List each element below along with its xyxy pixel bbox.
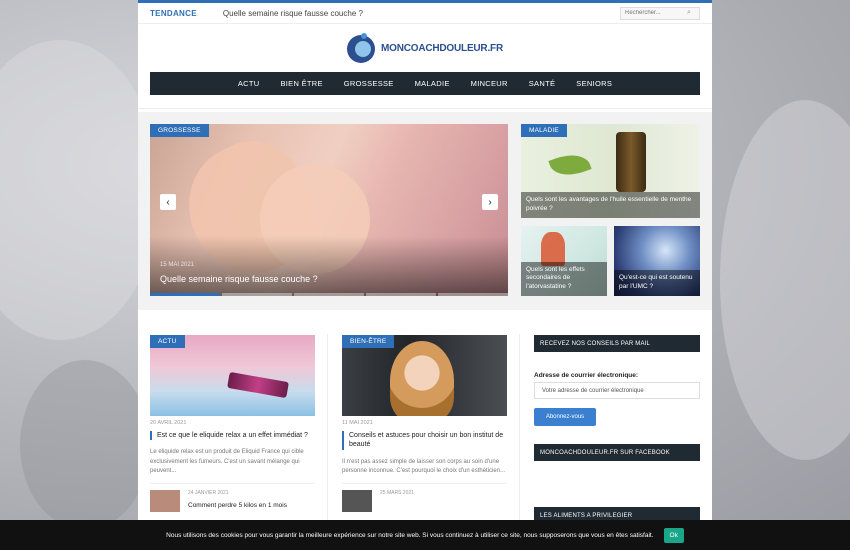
search-box[interactable]: ⌕ <box>620 6 700 20</box>
search-icon[interactable]: ⌕ <box>687 9 691 17</box>
post-thumbnail[interactable] <box>342 490 372 513</box>
cookie-ok-button[interactable]: Ok <box>663 527 684 543</box>
category-badge[interactable]: ACTU <box>150 335 185 348</box>
post-title[interactable]: Quelle semaine risque fausse couche ? <box>160 274 318 284</box>
category-badge[interactable]: BIEN-ÊTRE <box>342 335 395 348</box>
post-image[interactable]: ACTU <box>150 335 315 416</box>
trending-label: TENDANCE <box>150 8 197 18</box>
nav-item-grossesse[interactable]: GROSSESSE <box>344 79 394 88</box>
main-content: ACTU 20 AVRIL 2021 Est ce que le eliquid… <box>138 322 712 550</box>
cookie-text: Nous utilisons des cookies pour vous gar… <box>166 531 654 539</box>
background-fold <box>20 360 150 530</box>
email-label: Adresse de courrier électronique: <box>534 372 639 379</box>
tile-title[interactable]: Qu'est-ce qui est soutenu par l'UMC ? <box>614 270 700 296</box>
category-badge[interactable]: GROSSESSE <box>150 124 209 137</box>
search-input[interactable] <box>625 10 687 16</box>
main-nav: ACTU BIEN ÊTRE GROSSESSE MALADIE MINCEUR… <box>150 72 700 95</box>
list-item[interactable]: 24 JANVIER 2021 Comment perdre 5 kilos e… <box>150 490 315 513</box>
site-logo[interactable]: MONCOACHDOULEUR.FR <box>347 33 503 63</box>
page-container: TENDANCE Quelle semaine risque fausse co… <box>138 0 712 550</box>
header: MONCOACHDOULEUR.FR <box>138 24 712 72</box>
post-excerpt: Il n'est pas assez simple de laisser son… <box>342 458 506 475</box>
post-date: 15 MAI 2021 <box>160 262 195 268</box>
post-date: 25 MARS 2021 <box>380 490 414 497</box>
nav-item-actu[interactable]: ACTU <box>238 79 260 88</box>
background-fold <box>0 40 160 340</box>
post-card: BIEN-ÊTRE 11 MAI 2021 Conseils et astuce… <box>342 335 507 513</box>
featured-tile[interactable]: MALADIE Quels sont les avantages de l'hu… <box>521 124 700 218</box>
nav-item-bien-etre[interactable]: BIEN ÊTRE <box>281 79 323 88</box>
post-title[interactable]: Est ce que le eliquide relax a un effet … <box>150 431 315 441</box>
post-image[interactable]: BIEN-ÊTRE <box>342 335 507 416</box>
tile-title[interactable]: Quels sont les effets secondaires de l'a… <box>521 261 607 296</box>
featured-area: GROSSESSE 15 MAI 2021 Quelle semaine ris… <box>138 112 712 310</box>
logo-mark <box>347 33 385 63</box>
nav-item-sante[interactable]: SANTÉ <box>529 79 556 88</box>
cookie-banner: Nous utilisons des cookies pour vous gar… <box>0 520 850 550</box>
chevron-right-icon[interactable]: › <box>482 194 498 210</box>
nav-item-minceur[interactable]: MINCEUR <box>471 79 508 88</box>
nav-item-seniors[interactable]: SENIORS <box>576 79 612 88</box>
list-item[interactable]: 25 MARS 2021 <box>342 490 507 513</box>
slider-progress <box>150 293 508 296</box>
post-excerpt: Le eliquide relax est un produit de Eliq… <box>150 449 304 475</box>
featured-slider[interactable]: GROSSESSE 15 MAI 2021 Quelle semaine ris… <box>150 124 508 296</box>
post-date: 11 MAI 2021 <box>342 420 373 426</box>
chevron-left-icon[interactable]: ‹ <box>160 194 176 210</box>
post-title[interactable]: Comment perdre 5 kilos en 1 mois <box>188 502 287 509</box>
email-field[interactable]: Votre adresse de courrier électronique <box>534 382 700 399</box>
sidebar: RECEVEZ NOS CONSEILS PAR MAIL Adresse de… <box>534 335 700 524</box>
trending-link[interactable]: Quelle semaine risque fausse couche ? <box>223 9 363 18</box>
tile-image <box>616 132 646 192</box>
subscribe-button[interactable]: Abonnez-vous <box>534 408 596 426</box>
newsletter-title: RECEVEZ NOS CONSEILS PAR MAIL <box>534 335 700 352</box>
featured-tile[interactable]: Quels sont les effets secondaires de l'a… <box>521 226 607 296</box>
top-bar: TENDANCE Quelle semaine risque fausse co… <box>138 0 712 24</box>
post-date: 20 AVRIL 2021 <box>150 420 187 426</box>
post-title[interactable]: Conseils et astuces pour choisir un bon … <box>342 431 507 450</box>
post-card: ACTU 20 AVRIL 2021 Est ce que le eliquid… <box>150 335 315 513</box>
logo-text: MONCOACHDOULEUR.FR <box>381 42 503 54</box>
post-date: 24 JANVIER 2021 <box>188 490 229 497</box>
facebook-widget-title: MONCOACHDOULEUR.FR SUR FACEBOOK <box>534 444 700 461</box>
category-badge[interactable]: MALADIE <box>521 124 567 137</box>
background-fold <box>720 100 850 460</box>
nav-item-maladie[interactable]: MALADIE <box>415 79 450 88</box>
featured-tile[interactable]: Qu'est-ce qui est soutenu par l'UMC ? <box>614 226 700 296</box>
tile-title[interactable]: Quels sont les avantages de l'huile esse… <box>521 192 700 218</box>
post-thumbnail[interactable] <box>150 490 180 513</box>
